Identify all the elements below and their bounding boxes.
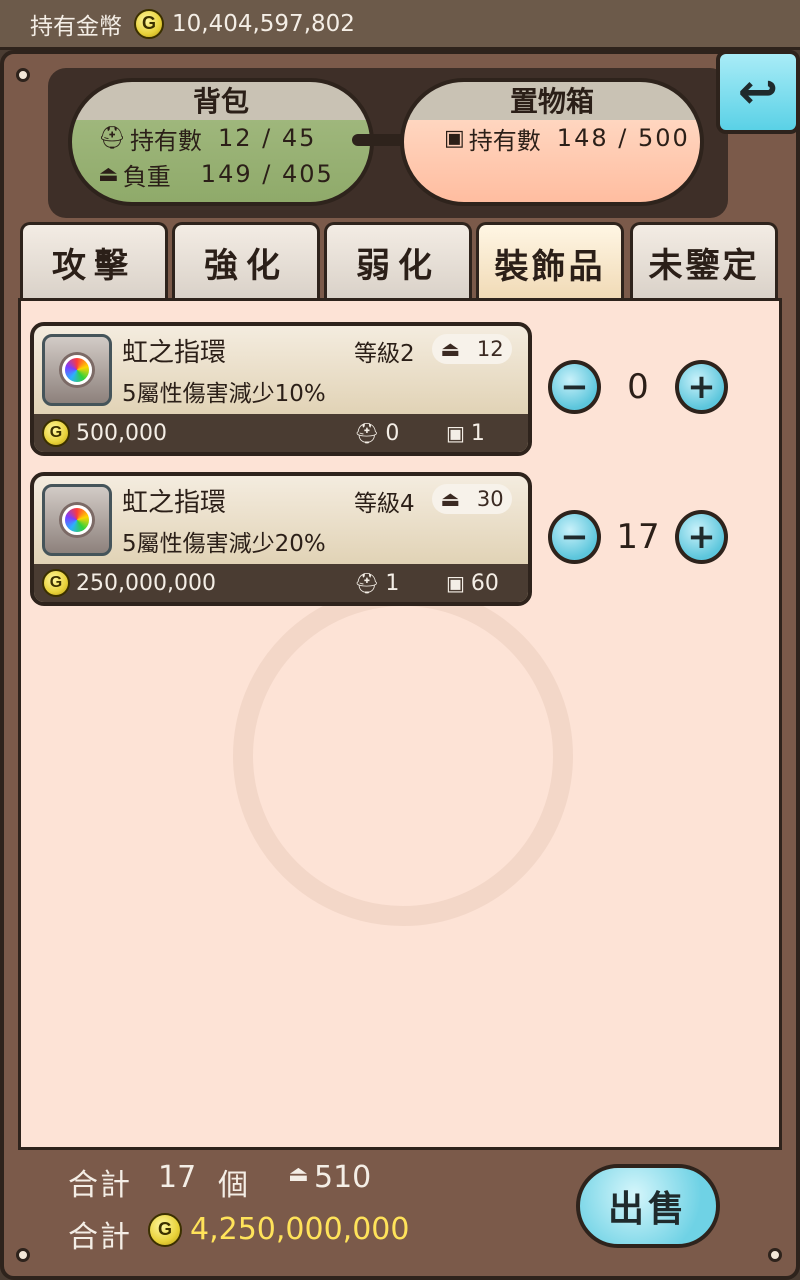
total-gold: G 4,250,000,000 [148,1212,409,1247]
total-weight: 510 [314,1160,372,1195]
bag-count-label: 持有數 [129,126,202,155]
item-info-bar: G 250,000,000 ⛑ 1 ▣ 60 [34,564,528,602]
item-description: 5屬性傷害減少10% [122,381,326,407]
tab-weaken[interactable]: 弱化 [324,222,472,300]
watermark-emblem [233,586,573,926]
sell-button[interactable]: 出售 [576,1164,720,1248]
minus-icon: − [560,367,589,407]
rainbow-ring-icon [42,334,112,406]
item-description: 5屬性傷害減少20% [122,531,326,557]
gold-bar: 持有金幣 G 10,404,597,802 [0,0,800,50]
minus-icon: − [560,517,589,557]
box-count-row: ▣ 持有數 148 / 500 [404,120,700,156]
back-button[interactable]: ↩ [716,50,800,134]
gold-label: 持有金幣 [30,13,122,40]
item-level: 等級4 [354,491,415,517]
rivet-icon [16,1248,30,1262]
item-level: 等級2 [354,341,415,367]
item-box-count: 60 [470,570,499,596]
bag-weight-value: 149 / 405 [200,160,334,188]
item-weight: ⏏ 12 [432,334,512,364]
total-gold-value: 4,250,000,000 [190,1212,410,1247]
box-icon: ▣ [444,125,465,151]
tab-label: 強化 [204,246,288,286]
quantity-stepper: − 0 + [548,359,728,415]
total-count-unit: 個 [218,1168,248,1203]
storage-capacity: 置物箱 ▣ 持有數 148 / 500 [400,78,704,206]
total-gold-label: 合計 [68,1220,132,1255]
bag-weight-label: 負重 [122,162,171,191]
item-weight-value: 12 [476,337,504,361]
quantity-value: 17 [616,517,660,557]
plus-icon: + [687,517,716,557]
weight-icon: ⏏ [288,1162,309,1187]
box-icon: ▣ [446,570,465,595]
quantity-stepper: − 17 + [548,509,728,565]
backpack-icon: ⛑ [98,125,126,151]
tab-enhance[interactable]: 強化 [172,222,320,300]
quantity-value: 0 [627,367,649,407]
total-count-label: 合計 [68,1168,132,1203]
box-count-value: 148 / 500 [556,124,690,152]
item-name: 虹之指環 [122,338,227,368]
gold-coin-icon: G [42,569,70,597]
bag-title: 背包 [192,85,249,118]
decrease-button[interactable]: − [548,360,601,414]
gold-coin-icon: G [42,419,70,447]
total-count: 17 [158,1160,197,1195]
rivet-icon [16,68,30,82]
rivet-icon [768,1248,782,1262]
gold-coin-icon: G [148,1212,182,1247]
tab-attack[interactable]: 攻擊 [20,222,168,300]
bag-count-row: ⛑ 持有數 12 / 45 [72,120,370,156]
backpack-icon: ⛑ [354,570,380,595]
tab-label: 未鑒定 [648,246,760,286]
bag-capacity: 背包 ⛑ 持有數 12 / 45 ⏏ 負重 149 / 405 [68,78,374,206]
item-bag-count: 1 [385,570,400,596]
item-card[interactable]: 虹之指環 等級2 ⏏ 12 5屬性傷害減少10% G 500,000 ⛑ 0 ▣ 1 [30,322,532,456]
item-bag-count: 0 [385,420,400,446]
tab-label: 弱化 [356,246,440,286]
weight-icon: ⏏ [440,337,461,361]
sell-button-label: 出售 [607,1189,688,1230]
weight-icon: ⏏ [440,487,461,511]
item-price: 250,000,000 [76,570,216,596]
item-info-bar: G 500,000 ⛑ 0 ▣ 1 [34,414,528,452]
increase-button[interactable]: + [675,510,728,564]
gold-amount: 10,404,597,802 [172,10,355,37]
gold-coin-icon: G [134,8,164,39]
backpack-icon: ⛑ [354,420,380,445]
box-icon: ▣ [446,420,465,445]
item-weight-value: 30 [476,487,504,511]
item-box-count: 1 [470,420,485,446]
item-name: 虹之指環 [122,488,227,518]
weight-icon: ⏏ [98,161,119,187]
bag-count-value: 12 / 45 [217,124,317,152]
bag-weight-row: ⏏ 負重 149 / 405 [72,156,370,192]
tab-label: 裝飾品 [494,247,606,287]
increase-button[interactable]: + [675,360,728,414]
item-card[interactable]: 虹之指環 等級4 ⏏ 30 5屬性傷害減少20% G 250,000,000 ⛑… [30,472,532,606]
box-title: 置物箱 [509,85,594,118]
tab-unidentified[interactable]: 未鑒定 [630,222,778,300]
plus-icon: + [687,367,716,407]
box-count-label: 持有數 [468,126,541,155]
tab-accessories[interactable]: 裝飾品 [476,222,624,302]
item-price: 500,000 [76,420,167,446]
decrease-button[interactable]: − [548,510,601,564]
tab-label: 攻擊 [52,246,136,286]
back-arrow-icon: ↩ [737,64,779,120]
item-weight: ⏏ 30 [432,484,512,514]
rainbow-ring-icon [42,484,112,556]
